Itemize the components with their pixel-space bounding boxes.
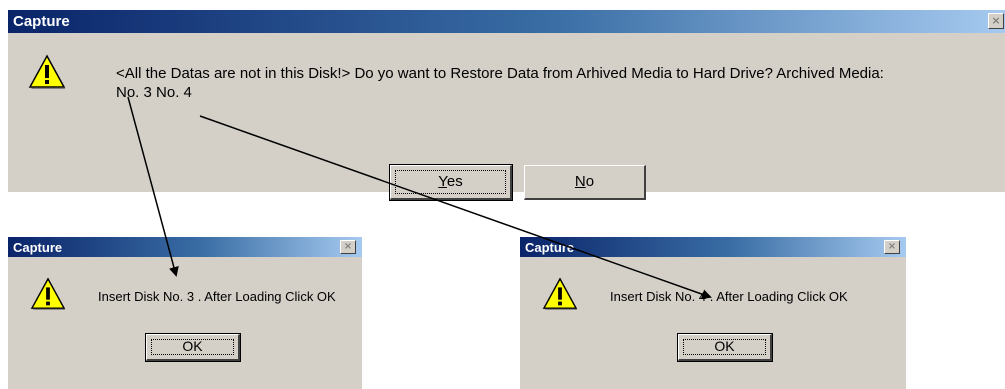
arrow-to-disk4-dialog [199, 115, 712, 300]
annotation-arrows [127, 96, 712, 300]
arrow-to-disk3-dialog [127, 96, 179, 277]
